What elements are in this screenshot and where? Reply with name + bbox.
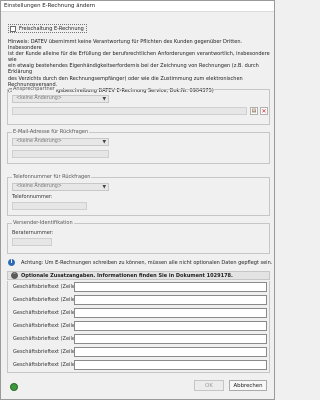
warning-row: i Achtung: Um E-Rechnungen schreiben zu …	[8, 259, 272, 266]
title-bar: Einstellungen E-Rechnung ändern	[1, 1, 274, 12]
geschaeftsbrief-input-3[interactable]	[74, 308, 267, 318]
info-icon: i	[8, 259, 15, 266]
geschaeftsbrief-label-6: Geschäftsbrieftext (Zeile 6):	[13, 349, 84, 355]
geschaeftsbrief-input-2[interactable]	[74, 295, 267, 305]
geschaeftsbrief-input-6[interactable]	[74, 347, 267, 357]
ansprechpartner-select[interactable]: <keine Änderung> ▼	[12, 95, 109, 103]
geschaeftsbrief-label-4: Geschäftsbrieftext (Zeile 4):	[13, 323, 84, 329]
email-display	[12, 150, 109, 158]
freischaltung-checkbox[interactable]	[10, 25, 16, 32]
freischaltung-row[interactable]: Freischaltung E-Rechnung	[8, 24, 87, 33]
geschaeftsbrief-input-1[interactable]	[74, 282, 267, 292]
window-title: Einstellungen E-Rechnung ändern	[4, 3, 96, 9]
chevron-down-icon: ▼	[102, 140, 106, 145]
hint-line: ist der Kunde alleine für die Erfüllung …	[8, 51, 270, 64]
hint-line: des Verzichts durch den Rechnungsempfäng…	[8, 75, 243, 82]
geschaeftsbrief-input-4[interactable]	[74, 321, 267, 331]
geschaeftsbrief-label-1: Geschäftsbrieftext (Zeile 1):	[13, 284, 84, 290]
optional-panel: Geschäftsbrieftext (Zeile 1): Geschäftsb…	[7, 281, 270, 373]
ansprechpartner-group: Ansprechpartner <keine Änderung> ▼ ▤ ✕	[7, 86, 270, 125]
delete-x-icon: ✕	[261, 107, 267, 115]
hint-line: Hinweis: DATEV übernimmt keine Verantwor…	[8, 39, 243, 52]
optional-header-text: Optionale Zusatzangaben. Informationen f…	[21, 272, 233, 279]
email-legend: E-Mail-Adresse für Rückfragen	[12, 129, 90, 135]
warning-text: Achtung: Um E-Rechnungen schreiben zu kö…	[21, 259, 273, 266]
chevron-down-icon: ▼	[102, 97, 106, 102]
email-group: E-Mail-Adresse für Rückfragen <keine Änd…	[7, 129, 270, 164]
email-select[interactable]: <keine Änderung> ▼	[12, 138, 109, 146]
versender-group: Versender-Identifikation Beraternummer:	[7, 220, 270, 254]
telefon-input[interactable]	[12, 202, 87, 210]
geschaeftsbrief-label-5: Geschäftsbrieftext (Zeile 5):	[13, 336, 84, 342]
status-icon	[10, 383, 18, 391]
dialog-window: Einstellungen E-Rechnung ändern Freischa…	[0, 0, 275, 400]
delete-contact-button[interactable]: ✕	[260, 107, 268, 115]
telefon-group: Telefonnummer für Rückfragen <keine Ände…	[7, 174, 270, 216]
collapse-icon[interactable]: ⌃	[11, 272, 18, 279]
beraternummer-input[interactable]	[12, 238, 52, 246]
ansprechpartner-select-value: <keine Änderung>	[16, 96, 62, 101]
optional-header[interactable]: ⌃ Optionale Zusatzangaben. Informationen…	[7, 271, 270, 280]
telefon-field-label: Telefonnummer:	[12, 194, 53, 200]
edit-contact-button[interactable]: ▤	[250, 107, 258, 115]
hint-line: ein etwaig bestehendes Eigenhändigkeitse…	[8, 63, 259, 76]
geschaeftsbrief-input-7[interactable]	[74, 360, 267, 370]
beraternummer-label: Beraternummer:	[12, 230, 54, 236]
geschaeftsbrief-label-3: Geschäftsbrieftext (Zeile 3):	[13, 310, 84, 316]
telefon-legend: Telefonnummer für Rückfragen	[12, 174, 92, 180]
email-select-value: <keine Änderung>	[16, 139, 62, 144]
telefon-select-value: <keine Änderung>	[16, 184, 62, 189]
geschaeftsbrief-label-2: Geschäftsbrieftext (Zeile 2):	[13, 297, 84, 303]
chevron-down-icon: ▼	[102, 185, 106, 190]
ok-button[interactable]: OK	[194, 380, 224, 391]
versender-legend: Versender-Identifikation	[12, 220, 74, 226]
ansprechpartner-legend: Ansprechpartner	[12, 86, 56, 92]
geschaeftsbrief-label-7: Geschäftsbrieftext (Zeile 7):	[13, 362, 84, 368]
geschaeftsbrief-input-5[interactable]	[74, 334, 267, 344]
freischaltung-label: Freischaltung E-Rechnung	[19, 25, 84, 32]
ansprechpartner-display	[12, 107, 247, 115]
cancel-button[interactable]: Abbrechen	[229, 380, 267, 391]
telefon-select[interactable]: <keine Änderung> ▼	[12, 183, 109, 191]
folder-edit-icon: ▤	[251, 108, 257, 114]
